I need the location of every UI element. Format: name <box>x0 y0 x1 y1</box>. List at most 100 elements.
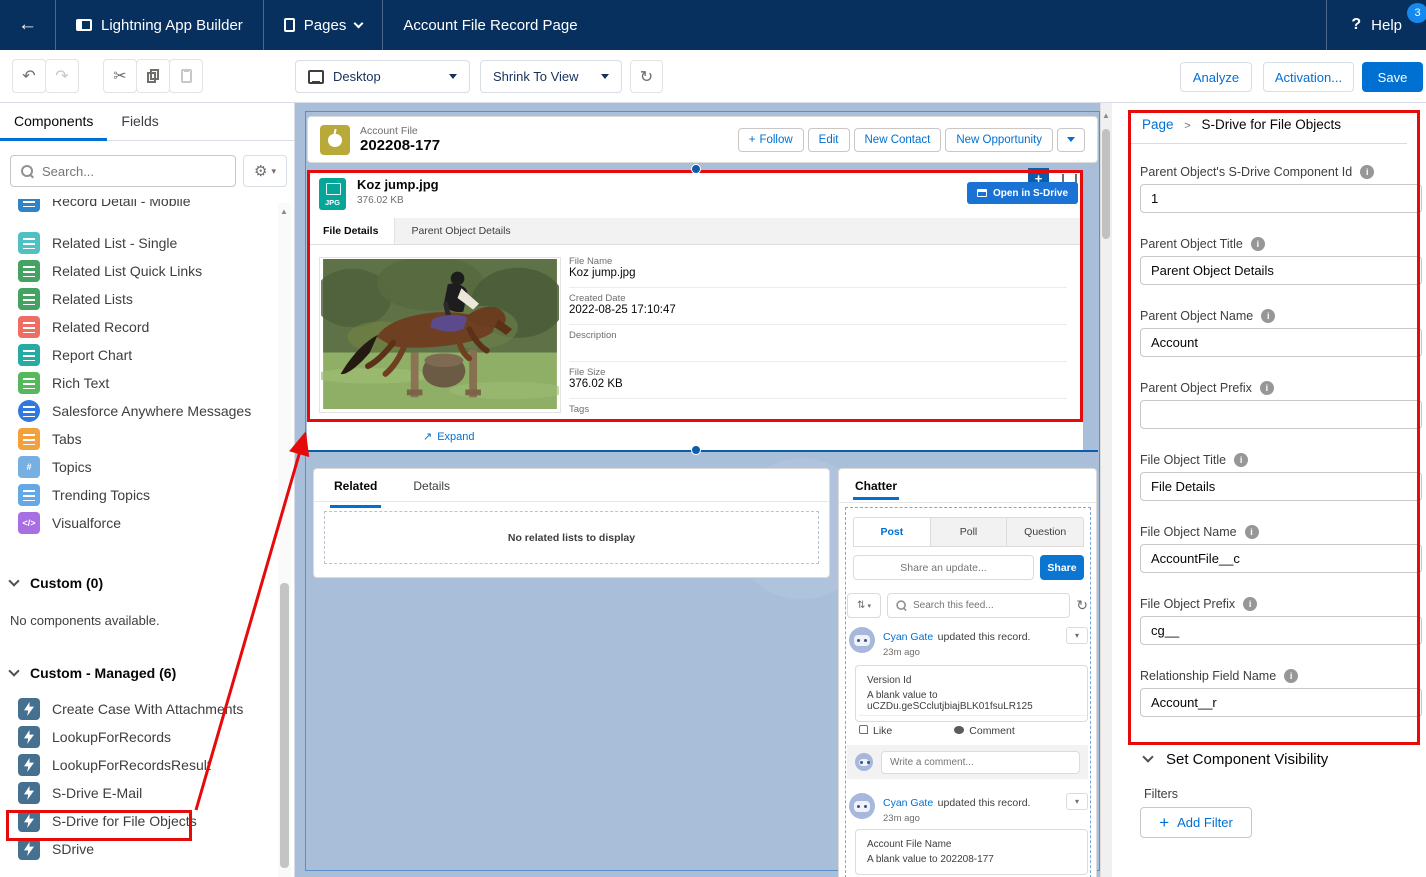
expand-link[interactable]: ↗ Expand <box>423 430 475 443</box>
pages-menu[interactable]: Pages <box>264 0 384 50</box>
file-preview-image[interactable] <box>319 257 561 413</box>
field-file-name: File NameKoz jump.jpg <box>569 251 1067 288</box>
parent-component-id-input[interactable] <box>1140 184 1422 213</box>
tab-related[interactable]: Related <box>334 479 377 501</box>
info-icon[interactable] <box>1234 453 1248 467</box>
sdrive-file-component[interactable]: JPG Koz jump.jpg 376.02 KB + Open in S-D… <box>307 170 1083 450</box>
feed-search-input[interactable] <box>913 600 1062 611</box>
component-item-report-chart[interactable]: Report Chart <box>18 341 132 369</box>
component-item-related-list-single[interactable]: Related List - Single <box>18 229 177 257</box>
back-button[interactable]: ← <box>0 0 56 50</box>
relationship-field-name-input[interactable] <box>1140 688 1422 717</box>
tab-chatter[interactable]: Chatter <box>855 479 897 493</box>
save-button[interactable]: Save <box>1362 62 1423 92</box>
feed-search[interactable] <box>887 593 1070 618</box>
related-lists-card[interactable]: Related Details No related lists to disp… <box>313 468 830 578</box>
component-item-rich-text[interactable]: Rich Text <box>18 369 109 397</box>
component-search[interactable] <box>10 155 236 187</box>
refresh-button[interactable]: ↻ <box>630 60 663 93</box>
component-item-related-lists[interactable]: Related Lists <box>18 285 133 313</box>
changed-field-value: A blank value to uCZDu.geSCclutjbiajBLK0… <box>867 690 1076 712</box>
tab-poll[interactable]: Poll <box>931 518 1008 546</box>
scroll-up-arrow-icon[interactable]: ▲ <box>280 207 288 216</box>
info-icon[interactable] <box>1245 525 1259 539</box>
new-contact-button[interactable]: New Contact <box>854 128 942 152</box>
feed-author-link[interactable]: Cyan Gate <box>883 797 933 809</box>
tab-file-details[interactable]: File Details <box>307 218 395 244</box>
set-component-visibility-section[interactable]: Set Component Visibility <box>1144 751 1328 768</box>
component-item-salesforce-anywhere-messages[interactable]: Salesforce Anywhere Messages <box>18 397 251 425</box>
file-object-prefix-input[interactable] <box>1140 616 1422 645</box>
undo-button[interactable]: ↶ <box>12 59 46 93</box>
bot-avatar <box>849 627 875 653</box>
open-in-sdrive-button[interactable]: Open in S-Drive <box>967 182 1078 204</box>
file-object-name-input[interactable] <box>1140 544 1422 573</box>
analyze-button[interactable]: Analyze <box>1180 62 1252 92</box>
feed-item-menu-button[interactable]: ▾ <box>1066 793 1088 810</box>
component-item-lookupforrecordsresult[interactable]: LookupForRecordsResult <box>18 751 211 779</box>
tab-post[interactable]: Post <box>854 518 931 546</box>
feed-refresh-button[interactable]: ↻ <box>1076 597 1088 614</box>
prop-relationship-field-name: Relationship Field Name <box>1140 669 1422 717</box>
component-item-tabs[interactable]: Tabs <box>18 425 82 453</box>
like-button[interactable]: Like <box>859 725 892 737</box>
component-item-create-case-with-attachments[interactable]: Create Case With Attachments <box>18 695 243 723</box>
search-input[interactable] <box>42 164 225 179</box>
paste-button[interactable] <box>169 59 203 93</box>
redo-button[interactable]: ↷ <box>45 59 79 93</box>
view-mode-select[interactable]: Shrink To View <box>480 60 622 93</box>
info-icon[interactable] <box>1243 597 1257 611</box>
info-icon[interactable] <box>1251 237 1265 251</box>
breadcrumb-page-link[interactable]: Page <box>1142 117 1174 132</box>
info-icon[interactable] <box>1360 165 1374 179</box>
comment-button[interactable]: Comment <box>954 725 1015 737</box>
info-icon[interactable] <box>1261 309 1275 323</box>
component-item-sdrive[interactable]: SDrive <box>18 835 94 863</box>
write-comment-input[interactable] <box>881 751 1080 774</box>
scroll-up-arrow-icon[interactable]: ▲ <box>1102 111 1110 120</box>
component-item-topics[interactable]: Topics <box>18 453 92 481</box>
component-item-related-record[interactable]: Related Record <box>18 313 149 341</box>
feed-sort-button[interactable]: ⇅▾ <box>847 593 881 618</box>
sidebar-scrollbar-thumb[interactable] <box>280 583 289 868</box>
tab-question[interactable]: Question <box>1007 518 1083 546</box>
add-filter-button[interactable]: + Add Filter <box>1140 807 1252 838</box>
settings-gear-button[interactable]: ⚙ ▾ <box>243 155 287 187</box>
new-opportunity-button[interactable]: New Opportunity <box>945 128 1053 152</box>
more-actions-button[interactable] <box>1057 128 1085 152</box>
caret-down-icon: ▾ <box>271 166 276 177</box>
parent-object-name-input[interactable] <box>1140 328 1422 357</box>
component-item-related-list-quick-links[interactable]: Related List Quick Links <box>18 257 202 285</box>
parent-object-title-input[interactable] <box>1140 256 1422 285</box>
parent-object-prefix-input[interactable] <box>1140 400 1422 429</box>
tab-fields[interactable]: Fields <box>107 103 172 140</box>
prop-file-object-name: File Object Name <box>1140 525 1422 573</box>
feed-author-link[interactable]: Cyan Gate <box>883 631 933 643</box>
section-custom[interactable]: Custom (0) <box>10 575 103 591</box>
activation-button[interactable]: Activation... <box>1263 62 1354 92</box>
feed-item-menu-button[interactable]: ▾ <box>1066 627 1088 644</box>
component-item-lookupforrecords[interactable]: LookupForRecords <box>18 723 171 751</box>
cut-button[interactable]: ✂ <box>103 59 137 93</box>
record-header-card: Account File 202208-177 +Follow Edit New… <box>307 116 1098 163</box>
copy-button[interactable] <box>136 59 170 93</box>
component-item-trending-topics[interactable]: Trending Topics <box>18 481 150 509</box>
info-icon[interactable] <box>1260 381 1274 395</box>
follow-button[interactable]: +Follow <box>738 128 804 152</box>
component-item-record-detail-mobile[interactable]: Record Detail - Mobile <box>18 199 191 215</box>
file-object-title-input[interactable] <box>1140 472 1422 501</box>
component-item-sdrive-for-file-objects[interactable]: S-Drive for File Objects <box>18 807 197 835</box>
share-update-input[interactable] <box>853 555 1034 580</box>
section-custom-managed[interactable]: Custom - Managed (6) <box>10 665 176 681</box>
info-icon[interactable] <box>1284 669 1298 683</box>
component-item-sdrive-email[interactable]: S-Drive E-Mail <box>18 779 142 807</box>
canvas-scrollbar-thumb[interactable] <box>1102 129 1110 239</box>
edit-button[interactable]: Edit <box>808 128 850 152</box>
device-select[interactable]: Desktop <box>295 60 470 93</box>
tab-parent-object-details[interactable]: Parent Object Details <box>395 218 526 244</box>
component-item-visualforce[interactable]: Visualforce <box>18 509 121 537</box>
share-button[interactable]: Share <box>1040 555 1084 580</box>
tab-details[interactable]: Details <box>413 479 450 501</box>
tab-components[interactable]: Components <box>0 103 107 140</box>
chatter-card[interactable]: Chatter Post Poll Question Share ⇅▾ ↻ Cy… <box>838 468 1097 877</box>
